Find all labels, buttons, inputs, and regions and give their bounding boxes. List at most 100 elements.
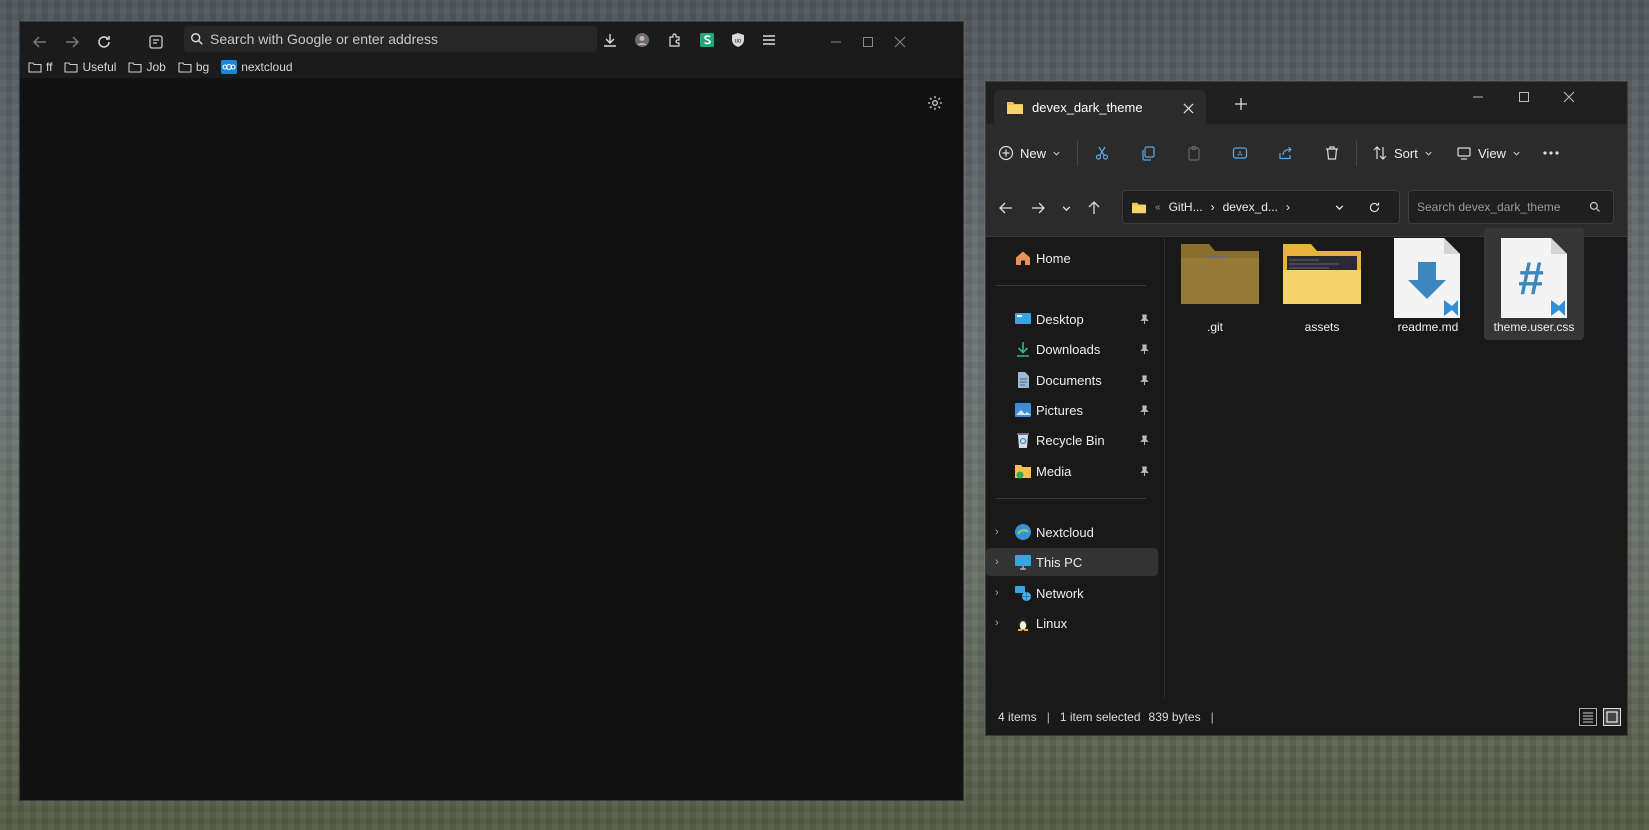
sidebar-item-recycle-bin[interactable]: Recycle Bin xyxy=(986,426,1158,454)
search-icon xyxy=(191,33,203,45)
reader-view-button[interactable] xyxy=(142,28,170,56)
download-icon xyxy=(604,34,616,47)
url-bar[interactable] xyxy=(184,26,597,52)
explorer-search-input[interactable] xyxy=(1409,199,1589,215)
explorer-forward-button[interactable] xyxy=(1026,196,1050,220)
sort-button[interactable]: Sort xyxy=(1372,141,1433,165)
sidebar-item-desktop[interactable]: Desktop xyxy=(986,305,1158,333)
folder-icon xyxy=(1132,202,1146,213)
bookmark-useful[interactable]: Useful xyxy=(64,60,116,74)
menu-button[interactable] xyxy=(757,28,781,52)
expand-chevron-icon[interactable]: › xyxy=(995,556,999,568)
pin-icon[interactable] xyxy=(1139,343,1150,355)
breadcrumb-separator-icon: › xyxy=(1285,200,1290,214)
sidebar-item-documents[interactable]: Documents xyxy=(986,366,1158,394)
file-item-git[interactable]: .git xyxy=(1166,228,1264,340)
forward-button[interactable] xyxy=(58,28,86,56)
file-item-assets[interactable]: assets xyxy=(1272,228,1372,340)
folder-icon xyxy=(178,62,192,73)
view-button[interactable]: View xyxy=(1456,141,1521,165)
explorer-minimize-button[interactable] xyxy=(1472,88,1484,103)
paste-button[interactable] xyxy=(1186,141,1202,165)
sidebar-item-media[interactable]: Media xyxy=(986,457,1158,485)
details-view-button[interactable] xyxy=(1579,708,1597,726)
explorer-tab[interactable]: devex_dark_theme xyxy=(994,90,1206,124)
file-list: .git assets readme.md # theme.user.css xyxy=(1174,228,1627,699)
selection-count: 1 item selected xyxy=(1059,710,1141,724)
bookmark-bg[interactable]: bg xyxy=(178,60,209,74)
status-bar: 4 items | 1 item selected 839 bytes | xyxy=(986,699,1627,735)
chevron-down-icon xyxy=(1335,205,1344,211)
up-button[interactable] xyxy=(1082,196,1106,220)
sidebar-item-label: This PC xyxy=(1036,554,1083,570)
extension-avatar-button[interactable] xyxy=(630,28,654,52)
sidebar-item-nextcloud[interactable]: › Nextcloud xyxy=(986,518,1158,546)
file-name: assets xyxy=(1304,320,1340,334)
back-button[interactable] xyxy=(26,28,54,56)
new-button[interactable]: New xyxy=(998,141,1061,165)
ublock-button[interactable]: uo xyxy=(726,28,750,52)
sidebar-item-this-pc[interactable]: › This PC xyxy=(986,548,1158,576)
sidebar-item-network[interactable]: › Network xyxy=(986,579,1158,607)
explorer-back-button[interactable] xyxy=(994,196,1018,220)
bookmark-nextcloud[interactable]: nextcloud xyxy=(221,60,293,74)
picture-icon xyxy=(1015,403,1031,417)
explorer-maximize-button[interactable] xyxy=(1518,88,1530,103)
pin-icon[interactable] xyxy=(1139,404,1150,416)
explorer-close-button[interactable] xyxy=(1563,88,1575,103)
expand-chevron-icon[interactable]: › xyxy=(995,587,999,599)
svg-text:#: # xyxy=(1518,252,1544,304)
share-button[interactable] xyxy=(1278,141,1294,165)
rename-button[interactable]: A xyxy=(1232,141,1248,165)
file-item-theme-user-css[interactable]: # theme.user.css xyxy=(1484,228,1584,340)
arrow-right-icon xyxy=(1032,202,1045,214)
trash-icon xyxy=(1326,146,1338,160)
delete-button[interactable] xyxy=(1324,141,1340,165)
pin-icon[interactable] xyxy=(1139,465,1150,477)
more-options-button[interactable] xyxy=(1542,141,1560,165)
copy-icon xyxy=(1142,146,1155,161)
pin-icon[interactable] xyxy=(1139,374,1150,386)
home-icon xyxy=(1016,251,1030,265)
browser-window: uo ff Useful Job xyxy=(19,21,964,801)
network-icon xyxy=(1015,586,1031,601)
browser-close-button[interactable] xyxy=(890,32,910,52)
expand-chevron-icon[interactable]: › xyxy=(995,526,999,538)
recent-locations-button[interactable] xyxy=(1054,196,1078,220)
copy-button[interactable] xyxy=(1140,141,1156,165)
explorer-search-box[interactable] xyxy=(1408,190,1614,224)
sidebar-item-home[interactable]: Home xyxy=(986,244,1158,272)
breadcrumb-devex[interactable]: devex_d... xyxy=(1223,200,1278,214)
page-settings-button[interactable] xyxy=(927,94,943,112)
pin-icon[interactable] xyxy=(1139,434,1150,446)
sidebar-item-downloads[interactable]: Downloads xyxy=(986,335,1158,363)
file-item-readme[interactable]: readme.md xyxy=(1378,228,1478,340)
pin-glyph xyxy=(1140,344,1149,354)
pin-icon[interactable] xyxy=(1139,313,1150,325)
new-tab-button[interactable] xyxy=(1234,92,1248,115)
breadcrumb-githu[interactable]: GitH... xyxy=(1169,200,1203,214)
hamburger-icon xyxy=(763,35,775,45)
tab-close-button[interactable] xyxy=(1183,99,1194,115)
address-bar[interactable]: « GitH... › devex_d... › xyxy=(1122,190,1400,224)
refresh-button[interactable] xyxy=(1368,200,1381,214)
stylus-extension-button[interactable] xyxy=(695,28,719,52)
expand-chevron-icon[interactable]: › xyxy=(995,617,999,629)
overflow-crumbs-icon[interactable]: « xyxy=(1155,202,1161,213)
sidebar-item-linux[interactable]: › Linux xyxy=(986,609,1158,637)
extensions-button[interactable] xyxy=(663,28,687,52)
bookmark-ff[interactable]: ff xyxy=(28,60,52,74)
address-dropdown-button[interactable] xyxy=(1334,200,1345,214)
browser-maximize-button[interactable] xyxy=(858,32,878,52)
browser-minimize-button[interactable] xyxy=(826,32,846,52)
cut-button[interactable] xyxy=(1094,141,1110,165)
reload-button[interactable] xyxy=(90,28,118,56)
bookmark-label: Useful xyxy=(82,60,117,74)
clipboard-icon xyxy=(1188,145,1200,161)
url-input[interactable] xyxy=(204,30,582,48)
sidebar-item-pictures[interactable]: Pictures xyxy=(986,396,1158,424)
bookmark-job[interactable]: Job xyxy=(128,60,166,74)
tiles-view-button[interactable] xyxy=(1603,708,1621,726)
downloads-button[interactable] xyxy=(598,28,622,52)
search-icon xyxy=(1589,201,1600,212)
